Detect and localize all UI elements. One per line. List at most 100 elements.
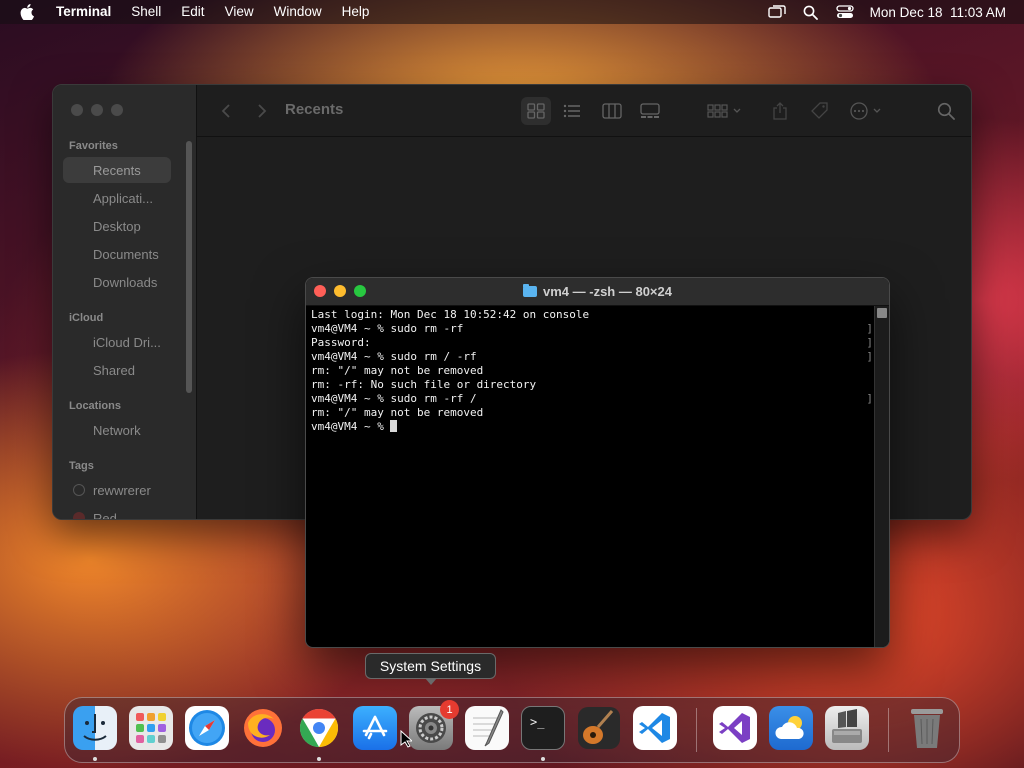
dock-chrome[interactable] [297,706,341,750]
menu-window[interactable]: Window [264,0,332,24]
folder-icon [523,284,537,297]
menu-app-name[interactable]: Terminal [50,0,121,24]
textedit-icon [473,709,504,747]
terminal-line: vm4@VM4 ~ % sudo rm -rf] [311,322,873,335]
dock-launchpad[interactable] [129,706,173,750]
finder-sidebar: Favorites Recents Applicati... Desktop D… [53,85,197,519]
forward-chevron-icon[interactable] [251,101,273,121]
sidebar-item-icloud-drive[interactable]: iCloud Dri... [63,329,171,355]
running-indicator [93,757,97,761]
notification-badge: 1 [440,700,459,719]
scroll-indicator-icon [877,308,887,318]
vscode-icon [639,713,670,743]
close-button[interactable] [314,285,326,297]
terminal-title: vm4 — -zsh — 80×24 [523,284,672,299]
safari-compass-icon [189,710,225,746]
share-icon[interactable] [769,101,791,121]
dock-safari[interactable] [185,706,229,750]
menu-shell[interactable]: Shell [121,0,171,24]
group-by-icon[interactable] [707,101,743,121]
gallery-view-icon[interactable] [639,101,661,121]
finder-window-title: Recents [285,101,344,118]
dock-garageband[interactable] [577,706,621,750]
sidebar-item-desktop[interactable]: Desktop [63,213,171,239]
terminal-line: rm: "/" may not be removed [311,364,484,377]
sidebar-item-shared[interactable]: Shared [63,357,171,383]
apple-icon[interactable] [18,3,36,21]
terminal-line: Last login: Mon Dec 18 10:52:42 on conso… [311,308,590,321]
finder-window-controls [71,104,123,116]
terminal-titlebar[interactable]: vm4 — -zsh — 80×24 [306,278,889,306]
sidebar-header-icloud: iCloud [69,312,104,324]
tag-dot-icon [73,512,85,519]
terminal-prompt-line: vm4@VM4 ~ % [311,420,875,434]
chrome-icon [299,708,339,748]
dock-vscode[interactable] [633,706,677,750]
menu-edit[interactable]: Edit [171,0,214,24]
running-indicator [541,757,545,761]
terminal-line: vm4@VM4 ~ % sudo rm / -rf] [311,350,873,363]
dock-finder[interactable] [73,706,117,750]
dock-firefox[interactable] [241,706,285,750]
trash-icon [911,709,943,748]
finder-toolbar: Recents [197,85,971,137]
visual-studio-icon [719,713,750,743]
dock-separator [888,708,889,752]
column-view-icon[interactable] [601,101,623,121]
sidebar-item-network[interactable]: Network [63,417,171,443]
tag-dot-icon [73,484,85,496]
app-store-icon [362,715,388,740]
list-view-icon[interactable] [561,101,583,121]
tag-icon[interactable] [809,101,831,121]
boot-camp-icon [832,709,862,743]
screen-mirroring-icon[interactable] [767,4,786,20]
sidebar-scrollbar[interactable] [186,141,192,393]
terminal-window-controls [314,285,366,297]
finder-minimize-button[interactable] [91,104,103,116]
finder-zoom-button[interactable] [111,104,123,116]
dock-boot-camp[interactable] [825,706,869,750]
sidebar-item-recents[interactable]: Recents [63,157,171,183]
sidebar-item-applications[interactable]: Applicati... [63,185,171,211]
dock-system-settings[interactable]: 1 [409,700,459,750]
control-center-icon[interactable] [836,4,854,20]
dock-app-store[interactable] [353,706,397,750]
menu-help[interactable]: Help [332,0,380,24]
svg-text:>_: >_ [530,715,545,729]
dock-textedit[interactable] [465,706,509,750]
sidebar-item-downloads[interactable]: Downloads [63,269,171,295]
back-chevron-icon[interactable] [215,101,237,121]
weather-cloud-sun-icon [775,716,804,739]
launchpad-icon [136,713,166,743]
terminal-cursor [390,420,398,432]
dock-visual-studio[interactable] [713,706,757,750]
zoom-button[interactable] [354,285,366,297]
dock-trash[interactable] [905,706,949,750]
icon-view-icon[interactable] [525,101,547,121]
terminal-line: rm: "/" may not be removed [311,406,484,419]
terminal-output[interactable]: Last login: Mon Dec 18 10:52:42 on conso… [306,306,875,647]
minimize-button[interactable] [334,285,346,297]
menubar-clock[interactable]: Mon Dec 18 11:03 AM [870,5,1006,20]
dock-weather[interactable] [769,706,813,750]
terminal-icon: >_ [530,715,545,729]
dock: 1 >_ [64,697,960,763]
sidebar-tag-red[interactable]: Red [63,505,171,519]
sidebar-header-favorites: Favorites [69,140,118,152]
search-icon[interactable] [935,101,957,121]
terminal-window: vm4 — -zsh — 80×24 Last login: Mon Dec 1… [305,277,890,648]
guitar-icon [578,707,620,749]
terminal-scrollbar[interactable] [874,306,889,647]
sidebar-header-tags: Tags [69,460,94,472]
more-actions-icon[interactable] [847,101,887,121]
dock-terminal[interactable]: >_ [521,706,565,750]
search-icon[interactable] [802,4,820,20]
finder-close-button[interactable] [71,104,83,116]
terminal-line: rm: -rf: No such file or directory [311,378,537,391]
menu-view[interactable]: View [215,0,264,24]
sidebar-item-documents[interactable]: Documents [63,241,171,267]
dock-separator [696,708,697,752]
mouse-pointer-icon [400,730,412,748]
sidebar-tag-rewwrerer[interactable]: rewwrerer [63,477,171,503]
terminal-line: vm4@VM4 ~ % sudo rm -rf /] [311,392,873,405]
